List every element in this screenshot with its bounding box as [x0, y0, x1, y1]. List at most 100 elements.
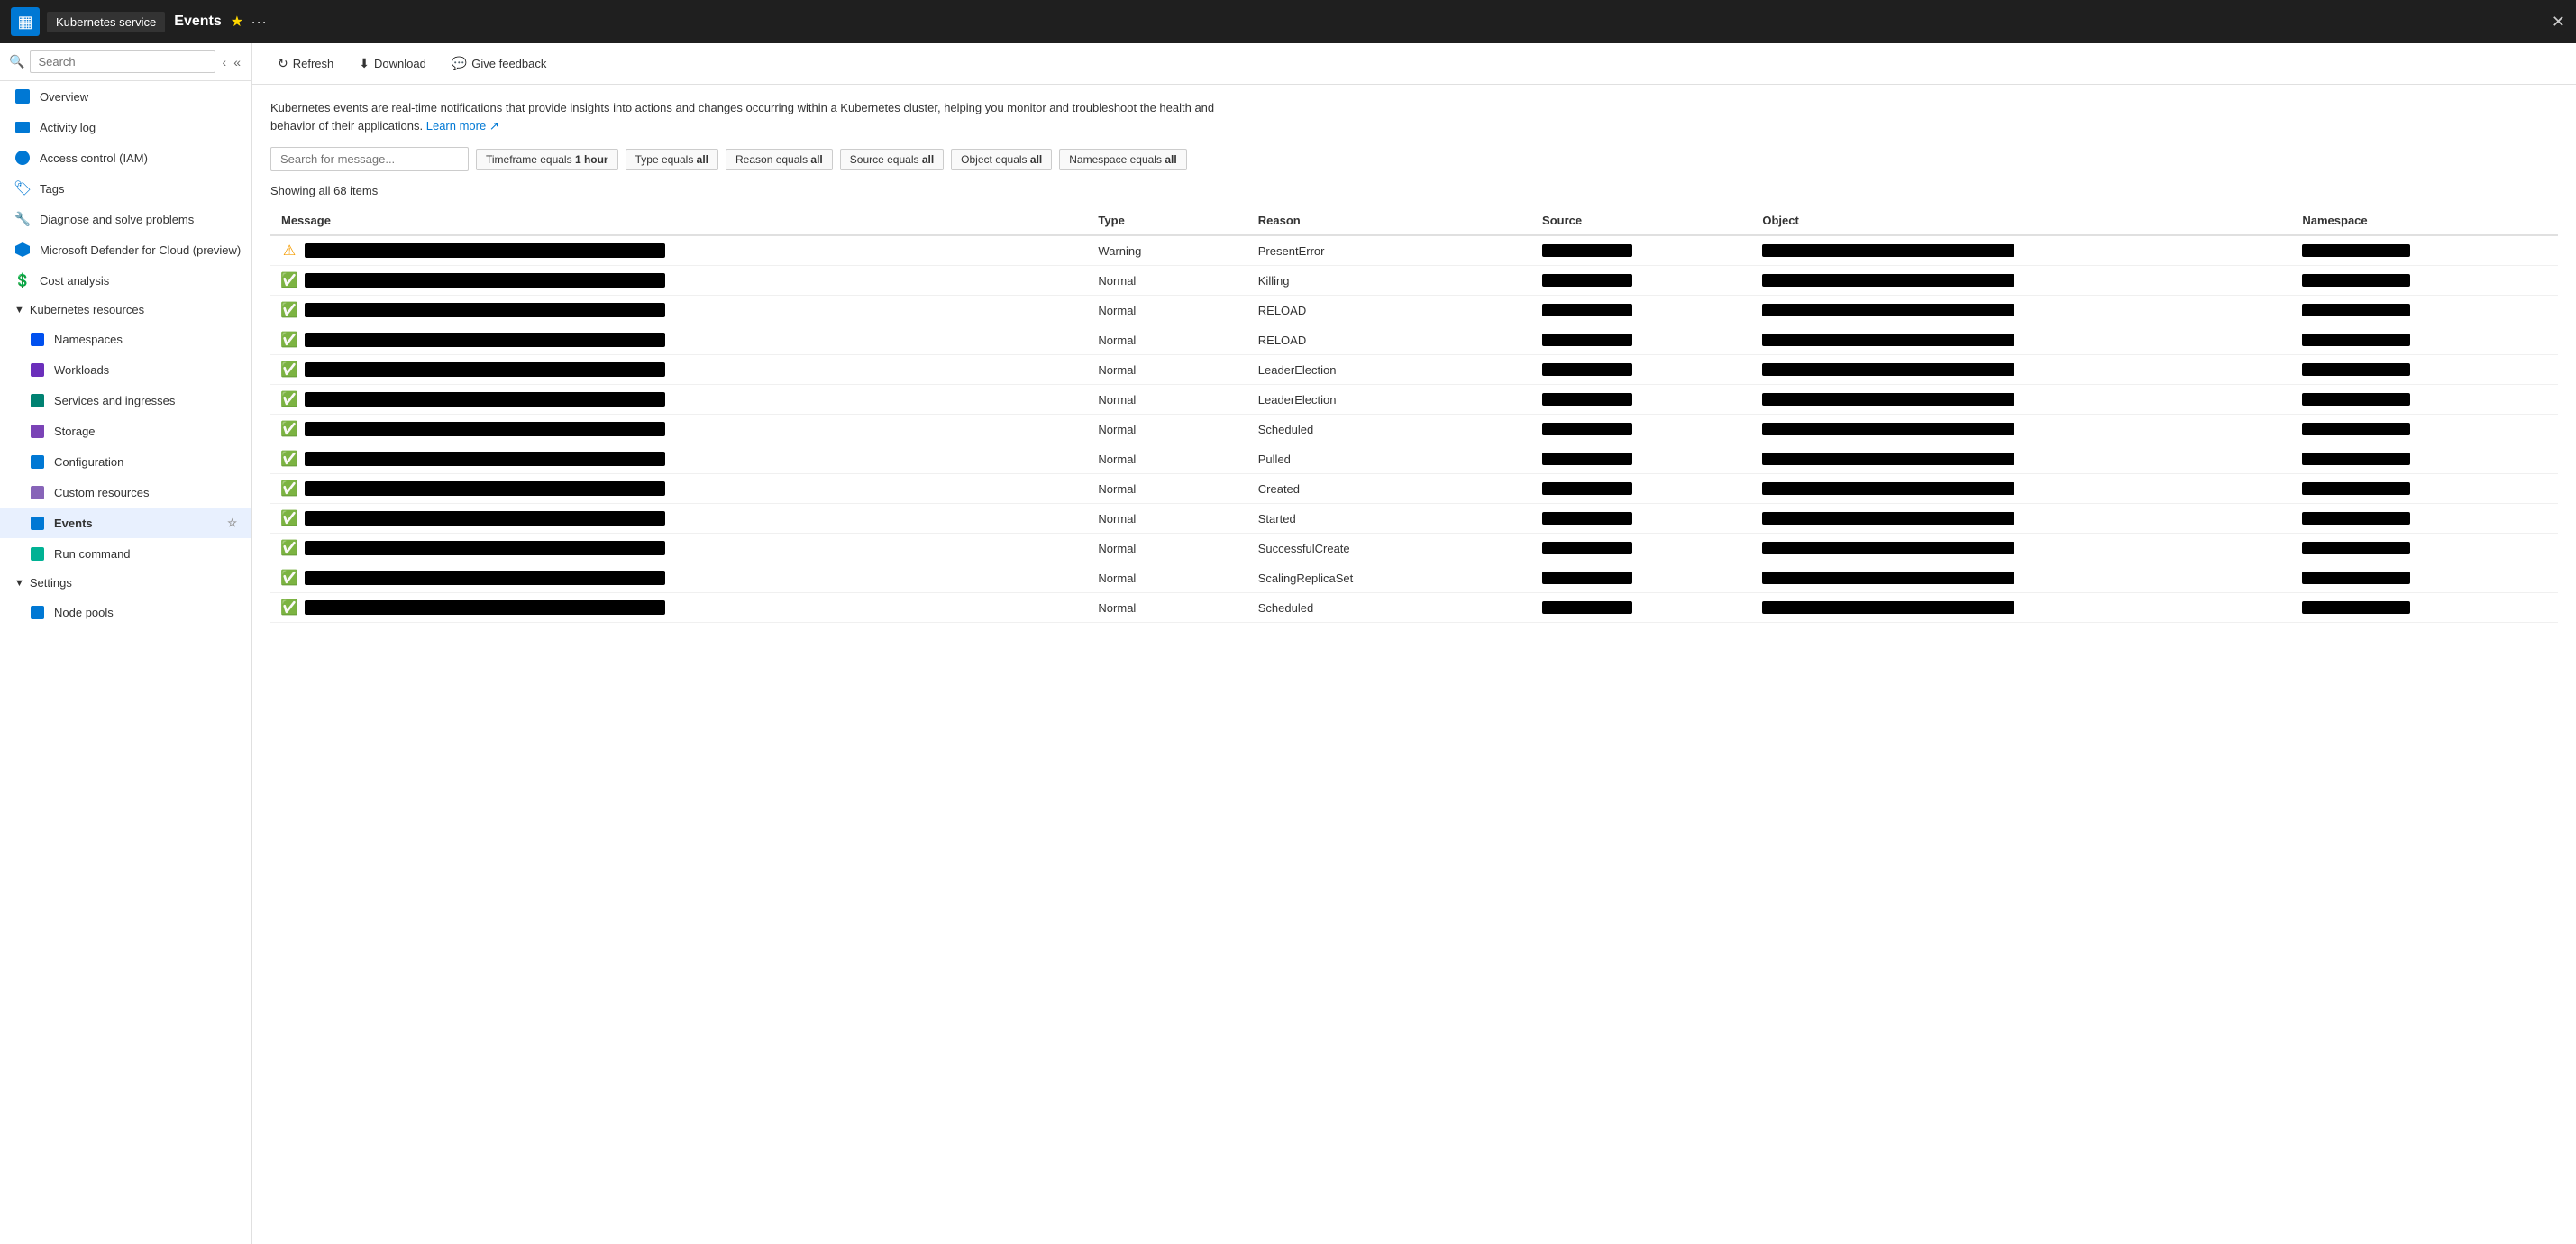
type-cell: Normal	[1087, 266, 1247, 296]
refresh-icon: ↻	[278, 56, 288, 71]
object-redacted	[1762, 601, 2014, 614]
message-content-redacted	[305, 273, 665, 288]
feedback-button[interactable]: 💬 Give feedback	[441, 50, 558, 77]
type-cell: Normal	[1087, 385, 1247, 415]
sidebar-item-events[interactable]: Events ☆	[0, 508, 251, 538]
reason-cell: LeaderElection	[1247, 355, 1531, 385]
events-favorite-icon[interactable]: ☆	[227, 517, 237, 529]
download-button[interactable]: ⬇ Download	[348, 50, 437, 77]
object-cell	[1751, 266, 2291, 296]
table-row[interactable]: ✅ Normal LeaderElection	[270, 385, 2558, 415]
filter-timeframe[interactable]: Timeframe equals 1 hour	[476, 149, 618, 170]
namespace-redacted	[2302, 363, 2410, 376]
message-content-redacted	[305, 571, 665, 585]
sidebar-item-overview[interactable]: Overview	[0, 81, 251, 112]
type-cell: Normal	[1087, 444, 1247, 474]
table-row[interactable]: ✅ Normal Scheduled	[270, 593, 2558, 623]
filter-source[interactable]: Source equals all	[840, 149, 944, 170]
message-content-redacted	[305, 362, 665, 377]
more-options-button[interactable]: ···	[251, 13, 267, 32]
reason-cell: RELOAD	[1247, 325, 1531, 355]
refresh-button[interactable]: ↻ Refresh	[267, 50, 344, 77]
table-row[interactable]: ⚠ Warning PresentError	[270, 235, 2558, 266]
sidebar-item-defender[interactable]: Microsoft Defender for Cloud (preview)	[0, 234, 251, 265]
filter-reason[interactable]: Reason equals all	[726, 149, 833, 170]
table-row[interactable]: ✅ Normal Scheduled	[270, 415, 2558, 444]
source-cell	[1531, 474, 1751, 504]
sidebar-item-custom-resources[interactable]: Custom resources	[0, 477, 251, 508]
object-redacted	[1762, 512, 2014, 525]
feedback-label: Give feedback	[471, 57, 546, 70]
source-cell	[1531, 534, 1751, 563]
success-icon: ✅	[280, 569, 298, 587]
table-row[interactable]: ✅ Normal ScalingReplicaSet	[270, 563, 2558, 593]
sidebar-item-namespaces[interactable]: Namespaces	[0, 324, 251, 354]
main-layout: 🔍 ‹ « Overview Activity log Access contr…	[0, 43, 2576, 1244]
filter-object[interactable]: Object equals all	[951, 149, 1052, 170]
message-cell: ✅	[270, 325, 1087, 355]
sidebar-item-tags[interactable]: 🏷 Tags	[0, 173, 251, 204]
source-redacted	[1542, 453, 1632, 465]
sidebar-item-configuration[interactable]: Configuration	[0, 446, 251, 477]
events-icon	[29, 515, 45, 531]
sidebar-item-diagnose[interactable]: 🔧 Diagnose and solve problems	[0, 204, 251, 234]
source-redacted	[1542, 274, 1632, 287]
warning-icon: ⚠	[283, 242, 296, 260]
sidebar-item-label: Storage	[54, 425, 96, 438]
source-cell	[1531, 563, 1751, 593]
message-cell: ✅	[270, 563, 1087, 593]
sidebar-item-label: Configuration	[54, 455, 123, 469]
namespace-cell	[2291, 355, 2558, 385]
filter-namespace[interactable]: Namespace equals all	[1059, 149, 1186, 170]
table-row[interactable]: ✅ Normal Killing	[270, 266, 2558, 296]
sidebar-back-icon[interactable]: ‹	[221, 53, 229, 71]
message-content-redacted	[305, 541, 665, 555]
namespace-cell	[2291, 444, 2558, 474]
source-redacted	[1542, 572, 1632, 584]
sidebar-item-run-command[interactable]: Run command	[0, 538, 251, 569]
app-logo: ▦	[11, 7, 40, 36]
logo-icon: ▦	[17, 13, 32, 32]
table-row[interactable]: ✅ Normal Pulled	[270, 444, 2558, 474]
sidebar-item-node-pools[interactable]: Node pools	[0, 597, 251, 627]
message-content-redacted	[305, 392, 665, 407]
learn-more-link[interactable]: Learn more ↗	[426, 119, 499, 133]
message-search-input[interactable]	[270, 147, 469, 171]
section-label: Settings	[30, 576, 72, 590]
source-cell	[1531, 266, 1751, 296]
namespace-cell	[2291, 235, 2558, 266]
table-row[interactable]: ✅ Normal RELOAD	[270, 296, 2558, 325]
table-row[interactable]: ✅ Normal Started	[270, 504, 2558, 534]
table-row[interactable]: ✅ Normal LeaderElection	[270, 355, 2558, 385]
message-content-redacted	[305, 481, 665, 496]
source-cell	[1531, 325, 1751, 355]
filter-type[interactable]: Type equals all	[626, 149, 718, 170]
success-icon: ✅	[280, 539, 298, 557]
sidebar-item-activity-log[interactable]: Activity log	[0, 112, 251, 142]
description-text: Kubernetes events are real-time notifica…	[270, 99, 1262, 134]
source-redacted	[1542, 512, 1632, 525]
table-row[interactable]: ✅ Normal RELOAD	[270, 325, 2558, 355]
search-input[interactable]	[30, 50, 215, 73]
reason-cell: LeaderElection	[1247, 385, 1531, 415]
close-button[interactable]: ✕	[2552, 13, 2565, 32]
namespace-cell	[2291, 563, 2558, 593]
sidebar-collapse-icon[interactable]: «	[232, 53, 242, 71]
services-icon	[29, 392, 45, 408]
sidebar-section-kubernetes-resources[interactable]: ▼ Kubernetes resources	[0, 296, 251, 324]
sidebar-item-workloads[interactable]: Workloads	[0, 354, 251, 385]
success-icon: ✅	[280, 390, 298, 408]
cost-icon: 💲	[14, 272, 31, 288]
sidebar-item-storage[interactable]: Storage	[0, 416, 251, 446]
node-pools-icon	[29, 604, 45, 620]
sidebar-item-services[interactable]: Services and ingresses	[0, 385, 251, 416]
sidebar-item-iam[interactable]: Access control (IAM)	[0, 142, 251, 173]
namespace-redacted	[2302, 304, 2410, 316]
reason-cell: Killing	[1247, 266, 1531, 296]
sidebar-section-settings[interactable]: ▼ Settings	[0, 569, 251, 597]
favorite-star[interactable]: ★	[231, 13, 243, 31]
col-header-object: Object	[1751, 206, 2291, 235]
table-row[interactable]: ✅ Normal SuccessfulCreate	[270, 534, 2558, 563]
sidebar-item-cost-analysis[interactable]: 💲 Cost analysis	[0, 265, 251, 296]
table-row[interactable]: ✅ Normal Created	[270, 474, 2558, 504]
